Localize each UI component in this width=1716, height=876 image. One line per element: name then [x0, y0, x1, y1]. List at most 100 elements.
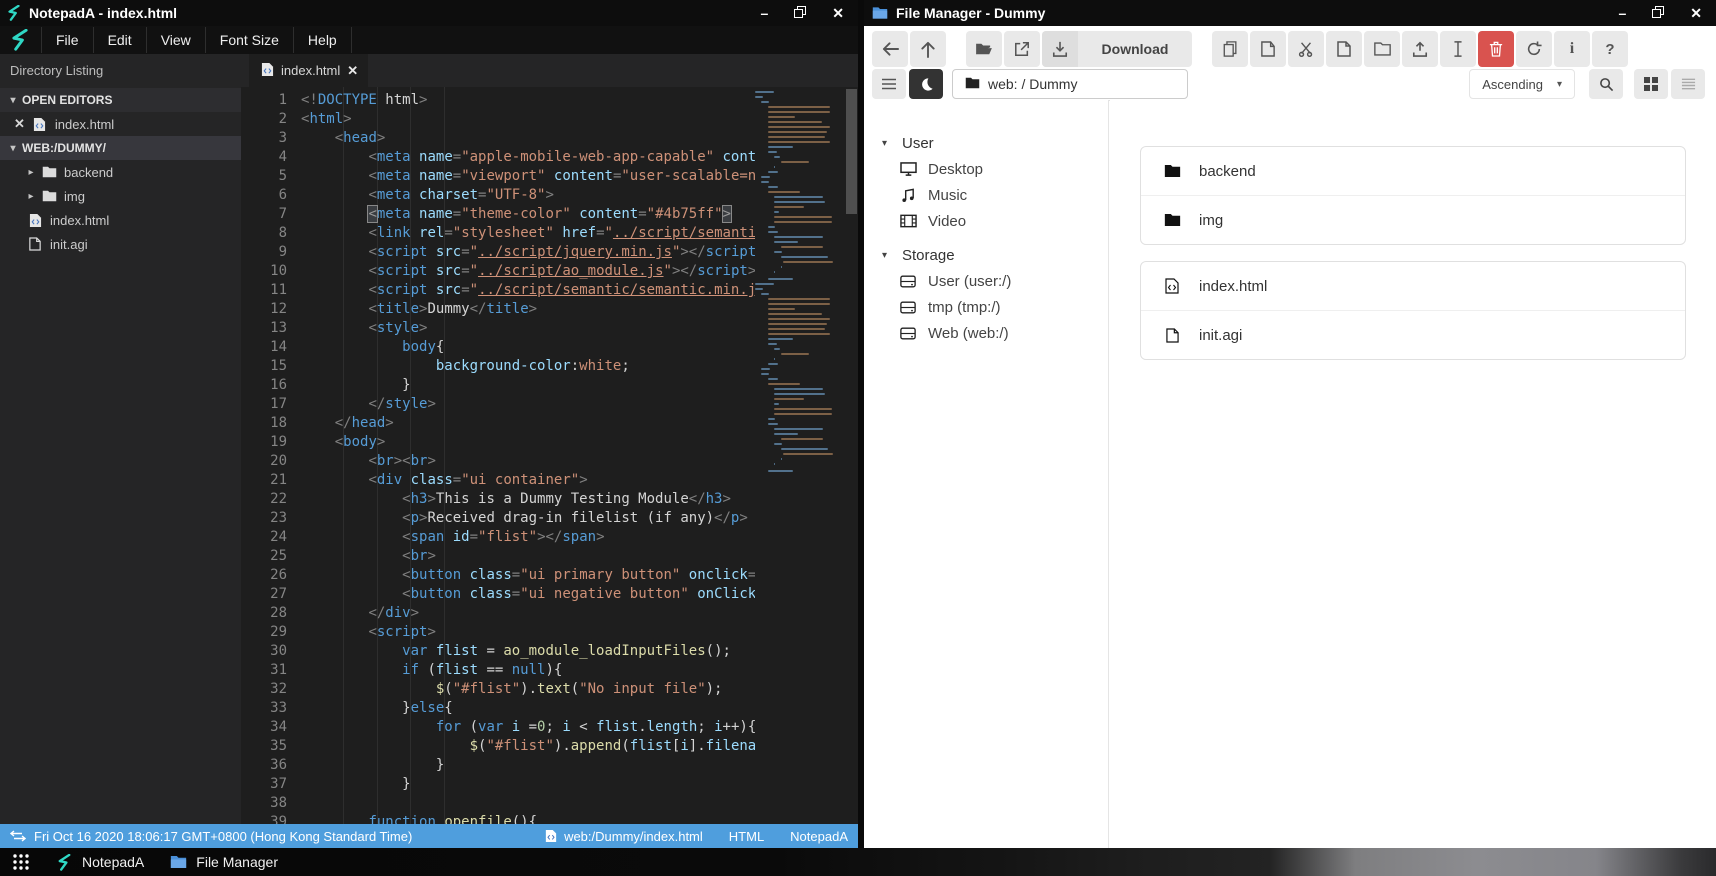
minimize-icon[interactable]: –	[1618, 6, 1626, 20]
sidebar-item-tmp[interactable]: tmp (tmp:/)	[864, 294, 1108, 320]
info-button[interactable]: i	[1554, 31, 1590, 67]
code-line[interactable]: 1 <!DOCTYPE html>	[241, 91, 755, 110]
sidebar-item-user[interactable]: User (user:/)	[864, 268, 1108, 294]
code-line[interactable]: 7 <meta name="theme-color" content="#4b7…	[241, 205, 755, 224]
code-line[interactable]: 33 }else{	[241, 699, 755, 718]
help-button[interactable]: ?	[1592, 31, 1628, 67]
list-view-icon[interactable]	[1671, 69, 1705, 99]
restore-icon[interactable]	[794, 6, 807, 20]
code-line[interactable]: 18 </head>	[241, 414, 755, 433]
code-line[interactable]: 13 <style>	[241, 319, 755, 338]
sidebar-item-web[interactable]: Web (web:/)	[864, 320, 1108, 346]
menu-help[interactable]: Help	[292, 27, 352, 53]
grid-view-icon[interactable]	[1634, 69, 1668, 99]
code-line[interactable]: 19 <body>	[241, 433, 755, 452]
sidebar-item-music[interactable]: Music	[864, 182, 1108, 208]
file-row-img[interactable]: img	[1141, 196, 1685, 244]
download-button[interactable]: Download	[1042, 31, 1192, 67]
minimize-icon[interactable]: –	[760, 6, 768, 20]
refresh-button[interactable]	[1516, 31, 1552, 67]
code-line[interactable]: 4 <meta name="apple-mobile-web-app-capab…	[241, 148, 755, 167]
code-line[interactable]: 9 <script src="../script/jquery.min.js">…	[241, 243, 755, 262]
code-line[interactable]: 11 <script src="../script/semantic/seman…	[241, 281, 755, 300]
code-line[interactable]: 3 <head>	[241, 129, 755, 148]
code-line[interactable]: 22 <h3>This is a Dummy Testing Module</h…	[241, 490, 755, 509]
menu-font-size[interactable]: Font Size	[204, 27, 293, 53]
sidebar-section-storage[interactable]: ▾ Storage	[864, 242, 1108, 268]
rename-button[interactable]	[1440, 31, 1476, 67]
code-line[interactable]: 39 function openfile(){	[241, 813, 755, 824]
editor-minimap[interactable]	[755, 91, 833, 824]
paste-button[interactable]	[1250, 31, 1286, 67]
up-button[interactable]	[910, 31, 946, 67]
code-line[interactable]: 26 <button class="ui primary button" onc…	[241, 566, 755, 585]
back-button[interactable]	[872, 31, 908, 67]
code-line[interactable]: 21 <div class="ui container">	[241, 471, 755, 490]
app-launcher-icon[interactable]	[12, 853, 30, 871]
file-row-index-html[interactable]: index.html	[1141, 262, 1685, 311]
code-line[interactable]: 30 var flist = ao_module_loadInputFiles(…	[241, 642, 755, 661]
breadcrumb-path[interactable]: web: / Dummy	[952, 69, 1188, 99]
sidebar-item-desktop[interactable]: Desktop	[864, 156, 1108, 182]
copy-button[interactable]	[1212, 31, 1248, 67]
open-button[interactable]	[966, 31, 1002, 67]
taskbar-item-file-manager[interactable]: File Manager	[170, 854, 278, 871]
file-row-init-agi[interactable]: init.agi	[1141, 311, 1685, 359]
code-line[interactable]: 25 <br>	[241, 547, 755, 566]
sidebar-item-video[interactable]: Video	[864, 208, 1108, 234]
code-area[interactable]: 1 <!DOCTYPE html> 2 <html> 3 <head> 4 <meta n…	[241, 91, 755, 824]
tree-section-workspace[interactable]: ▾ WEB:/DUMMY/	[0, 136, 241, 160]
close-icon[interactable]: ✕	[832, 6, 844, 20]
code-line[interactable]: 17 </style>	[241, 395, 755, 414]
code-line[interactable]: 2 <html>	[241, 110, 755, 129]
code-line[interactable]: 29 <script>	[241, 623, 755, 642]
close-icon[interactable]: ✕	[1690, 6, 1702, 20]
code-line[interactable]: 38	[241, 794, 755, 813]
tree-item-img[interactable]: ▸ img	[0, 184, 241, 208]
code-line[interactable]: 10 <script src="../script/ao_module.js">…	[241, 262, 755, 281]
cut-button[interactable]	[1288, 31, 1324, 67]
code-line[interactable]: 8 <link rel="stylesheet" href="../script…	[241, 224, 755, 243]
code-line[interactable]: 31 if (flist == null){	[241, 661, 755, 680]
code-line[interactable]: 35 $("#flist").append(flist[i].filename …	[241, 737, 755, 756]
status-language[interactable]: HTML	[729, 829, 764, 844]
code-line[interactable]: 23 <p>Received drag-in filelist (if any)…	[241, 509, 755, 528]
scrollbar-thumb[interactable]	[846, 89, 857, 214]
code-editor[interactable]: 1 <!DOCTYPE html> 2 <html> 3 <head> 4 <meta n…	[241, 87, 845, 824]
menu-file[interactable]: File	[41, 27, 93, 53]
code-line[interactable]: 27 <button class="ui negative button" on…	[241, 585, 755, 604]
code-line[interactable]: 34 for (var i =0; i < flist.length; i++)…	[241, 718, 755, 737]
code-line[interactable]: 36 }	[241, 756, 755, 775]
code-line[interactable]: 37 }	[241, 775, 755, 794]
code-line[interactable]: 6 <meta charset="UTF-8">	[241, 186, 755, 205]
code-line[interactable]: 12 <title>Dummy</title>	[241, 300, 755, 319]
tree-section-open-editors[interactable]: ▾ OPEN EDITORS	[0, 88, 241, 112]
code-line[interactable]: 28 </div>	[241, 604, 755, 623]
open-editor-item[interactable]: ✕ index.html	[0, 112, 241, 136]
tab-close-icon[interactable]: ✕	[347, 63, 358, 79]
tree-item-backend[interactable]: ▸ backend	[0, 160, 241, 184]
status-file-path[interactable]: web:/Dummy/index.html	[564, 829, 703, 844]
delete-button[interactable]	[1478, 31, 1514, 67]
sort-order-dropdown[interactable]: Ascending ▾	[1469, 69, 1575, 99]
menu-edit[interactable]: Edit	[92, 27, 146, 53]
new-folder-button[interactable]	[1364, 31, 1400, 67]
file-row-backend[interactable]: backend	[1141, 147, 1685, 196]
code-line[interactable]: 15 background-color:white;	[241, 357, 755, 376]
sidebar-section-user[interactable]: ▾ User	[864, 130, 1108, 156]
code-line[interactable]: 16 }	[241, 376, 755, 395]
taskbar-item-notepada[interactable]: NotepadA	[56, 853, 144, 871]
menu-view[interactable]: View	[145, 27, 205, 53]
upload-button[interactable]	[1402, 31, 1438, 67]
tree-item-init-agi[interactable]: init.agi	[0, 232, 241, 256]
restore-icon[interactable]	[1652, 6, 1665, 20]
close-icon[interactable]: ✕	[14, 116, 25, 132]
code-line[interactable]: 14 body{	[241, 338, 755, 357]
code-line[interactable]: 5 <meta name="viewport" content="user-sc…	[241, 167, 755, 186]
dark-mode-moon-icon[interactable]	[909, 69, 943, 99]
search-icon[interactable]	[1589, 69, 1623, 99]
code-line[interactable]: 20 <br><br>	[241, 452, 755, 471]
menu-icon[interactable]	[872, 69, 906, 99]
code-line[interactable]: 32 $("#flist").text("No input file");	[241, 680, 755, 699]
editor-scrollbar[interactable]	[845, 87, 858, 824]
